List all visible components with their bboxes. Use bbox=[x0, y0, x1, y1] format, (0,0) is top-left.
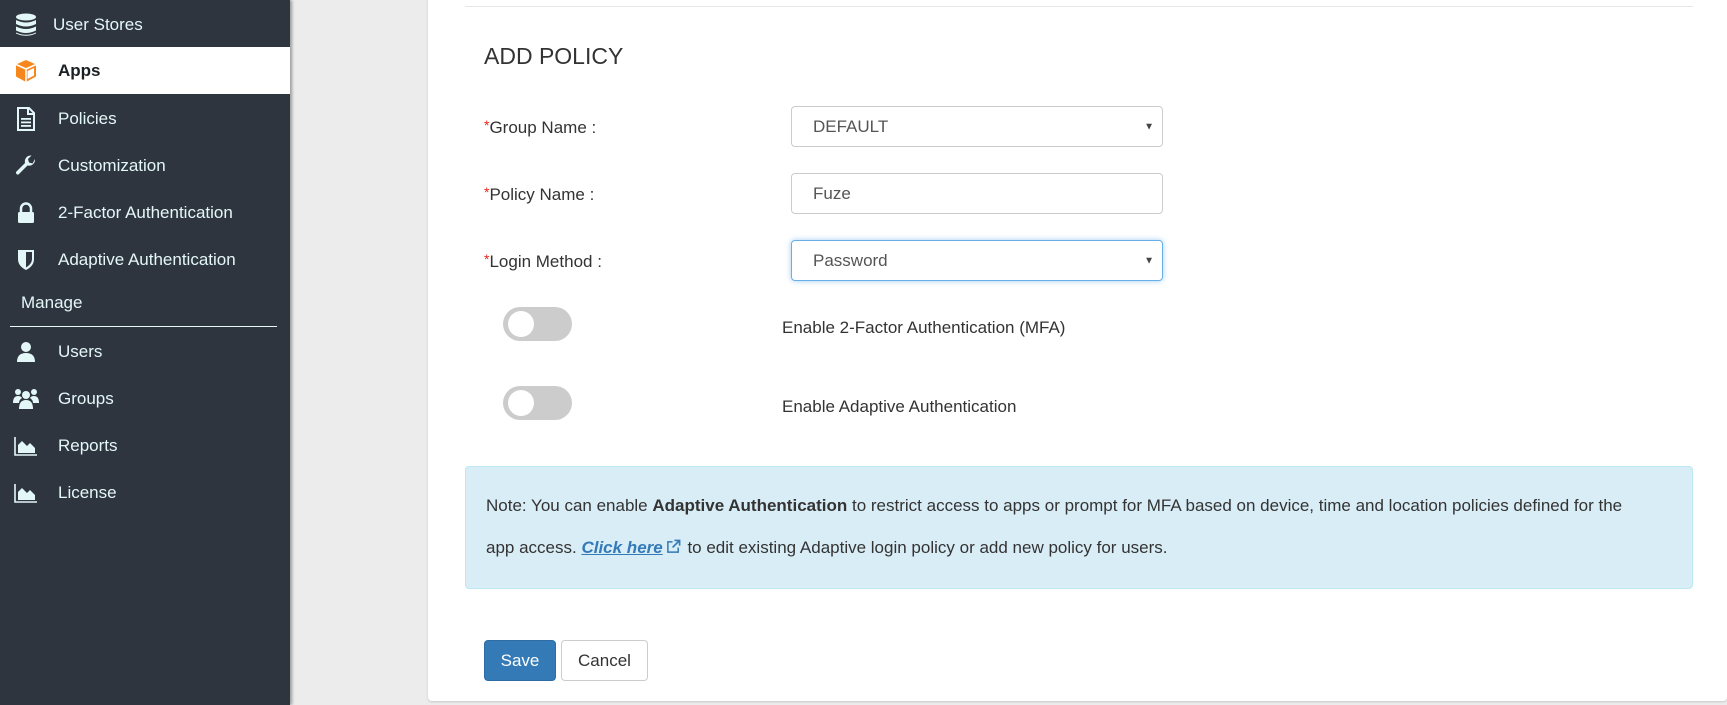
group-name-label: *Group Name : bbox=[484, 117, 596, 138]
shield-icon bbox=[13, 247, 39, 273]
area-chart-icon bbox=[13, 480, 39, 506]
group-name-value: DEFAULT bbox=[813, 116, 889, 136]
policy-name-label: *Policy Name : bbox=[484, 184, 594, 205]
chevron-down-icon: ▼ bbox=[1144, 255, 1154, 266]
database-icon bbox=[13, 12, 39, 38]
users-group-icon bbox=[13, 386, 39, 412]
save-button[interactable]: Save bbox=[484, 640, 556, 681]
document-icon bbox=[13, 106, 39, 132]
sidebar-item-label: 2-Factor Authentication bbox=[58, 202, 233, 222]
sidebar-item-customization[interactable]: Customization bbox=[0, 142, 290, 189]
area-chart-icon bbox=[13, 433, 39, 459]
wrench-icon bbox=[13, 153, 39, 179]
sidebar-item-user-stores[interactable]: User Stores bbox=[0, 1, 290, 48]
login-method-label-text: Login Method : bbox=[489, 252, 602, 271]
policy-name-label-text: Policy Name : bbox=[489, 185, 595, 204]
note-bold-text: Adaptive Authentication bbox=[652, 496, 848, 515]
toggle-knob bbox=[508, 390, 534, 416]
info-note: Note: You can enable Adaptive Authentica… bbox=[465, 466, 1693, 589]
note-text: to restrict access to apps or prompt for… bbox=[847, 496, 1623, 515]
mfa-toggle-label: Enable 2-Factor Authentication (MFA) bbox=[782, 318, 1066, 337]
manage-section-label: Manage bbox=[21, 293, 83, 312]
section-divider bbox=[10, 326, 277, 327]
note-text: app access. bbox=[486, 538, 582, 557]
sidebar-item-adaptive-auth[interactable]: Adaptive Authentication bbox=[0, 236, 290, 283]
note-line-1: Note: You can enable Adaptive Authentica… bbox=[486, 496, 1622, 516]
sidebar-item-apps[interactable]: Apps bbox=[0, 47, 290, 94]
lock-icon bbox=[13, 200, 39, 226]
sidebar-item-reports[interactable]: Reports bbox=[0, 422, 290, 469]
sidebar-item-label: Reports bbox=[58, 435, 118, 455]
cancel-button[interactable]: Cancel bbox=[561, 640, 648, 681]
policy-name-input[interactable] bbox=[791, 173, 1163, 214]
sidebar-item-label: Users bbox=[58, 341, 103, 361]
mfa-toggle[interactable] bbox=[503, 307, 572, 341]
sidebar-item-label: Customization bbox=[58, 155, 166, 175]
toggle-knob bbox=[508, 311, 534, 337]
cube-icon bbox=[13, 58, 39, 84]
sidebar: User Stores Apps Policies Customization … bbox=[0, 0, 290, 705]
user-icon bbox=[13, 339, 39, 365]
sidebar-item-label: Policies bbox=[58, 108, 117, 128]
note-line-2: app access. Click here to edit existing … bbox=[486, 538, 1167, 558]
login-method-value: Password bbox=[813, 250, 888, 270]
sidebar-item-label: Groups bbox=[58, 388, 114, 408]
group-name-select[interactable]: DEFAULT ▼ bbox=[791, 106, 1163, 147]
sidebar-item-label: User Stores bbox=[53, 14, 143, 34]
sidebar-item-label: Adaptive Authentication bbox=[58, 249, 236, 269]
top-divider bbox=[465, 6, 1693, 7]
adaptive-auth-toggle[interactable] bbox=[503, 386, 572, 420]
sidebar-item-license[interactable]: License bbox=[0, 469, 290, 516]
group-name-label-text: Group Name : bbox=[489, 118, 597, 137]
sidebar-item-label: License bbox=[58, 482, 117, 502]
click-here-link[interactable]: Click here bbox=[581, 538, 662, 557]
sidebar-item-policies[interactable]: Policies bbox=[0, 95, 290, 142]
adaptive-auth-toggle-label: Enable Adaptive Authentication bbox=[782, 397, 1017, 416]
sidebar-item-label: Apps bbox=[58, 60, 101, 80]
sidebar-item-groups[interactable]: Groups bbox=[0, 375, 290, 422]
chevron-down-icon: ▼ bbox=[1144, 121, 1154, 132]
note-text: Note: You can enable bbox=[486, 496, 653, 515]
sidebar-item-users[interactable]: Users bbox=[0, 328, 290, 375]
note-text: to edit existing Adaptive login policy o… bbox=[682, 538, 1168, 557]
external-link-icon bbox=[666, 539, 681, 553]
sidebar-item-2fa[interactable]: 2-Factor Authentication bbox=[0, 189, 290, 236]
page-title: ADD POLICY bbox=[484, 43, 624, 69]
login-method-label: *Login Method : bbox=[484, 251, 602, 272]
login-method-select[interactable]: Password ▼ bbox=[791, 240, 1163, 281]
